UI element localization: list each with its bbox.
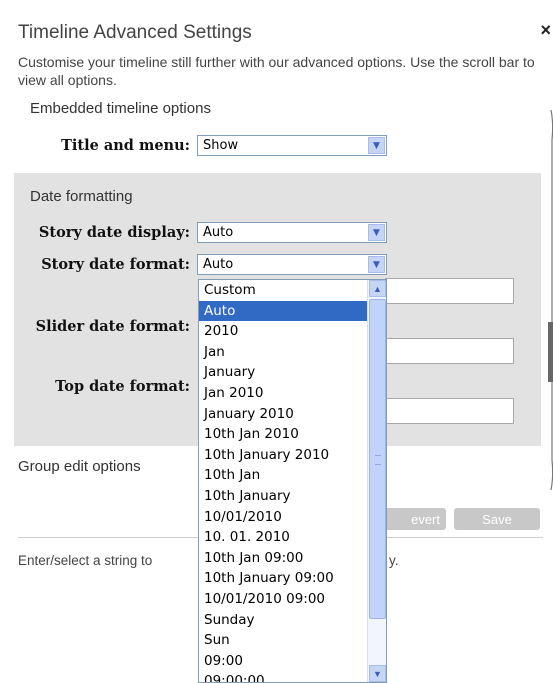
story-date-display-label: Story date display:: [38, 224, 190, 241]
group-edit-heading: Group edit options: [18, 458, 141, 475]
dropdown-option[interactable]: 09:00: [199, 651, 386, 672]
footer-text-left: Enter/select a string to: [18, 553, 153, 568]
dropdown-options: Custom Auto 2010 Jan January Jan 2010 January …: [199, 280, 386, 682]
dialog-scroll-thumb[interactable]: [548, 322, 553, 382]
dropdown-option[interactable]: Custom: [199, 280, 386, 301]
dropdown-option[interactable]: Sunday: [199, 610, 386, 631]
dropdown-option[interactable]: 10th January 09:00: [199, 568, 386, 589]
close-icon[interactable]: ×: [540, 20, 551, 41]
story-date-display-value: Auto: [203, 225, 234, 240]
chevron-up-icon[interactable]: ▲: [369, 280, 386, 297]
dropdown-option[interactable]: 2010: [199, 321, 386, 342]
scroll-track-curve: [550, 109, 553, 491]
dropdown-option[interactable]: Jan: [199, 342, 386, 363]
dropdown-option[interactable]: 10th January 2010: [199, 445, 386, 466]
story-date-format-dropdown[interactable]: Custom Auto 2010 Jan January Jan 2010 January …: [198, 279, 387, 683]
chevron-down-icon[interactable]: ▼: [368, 224, 385, 241]
grip-icon: [375, 455, 381, 465]
top-date-custom-input[interactable]: [385, 398, 514, 424]
title-menu-value: Show: [203, 138, 239, 153]
advanced-settings-dialog: Timeline Advanced Settings × Customise y…: [0, 0, 553, 683]
dropdown-option[interactable]: 10/01/2010 09:00: [199, 589, 386, 610]
title-menu-label: Title and menu:: [61, 137, 190, 154]
dropdown-option[interactable]: Auto: [199, 300, 386, 322]
date-formatting-heading: Date formatting: [30, 188, 133, 205]
dropdown-option[interactable]: 10th Jan 2010: [199, 424, 386, 445]
dropdown-option[interactable]: January 2010: [199, 404, 386, 425]
story-date-format-value: Auto: [203, 257, 234, 272]
dropdown-scrollbar[interactable]: ▲ ▼: [367, 280, 386, 682]
chevron-down-icon[interactable]: ▼: [369, 665, 386, 682]
slider-date-format-label: Slider date format:: [35, 318, 190, 335]
story-date-display-select[interactable]: Auto ▼: [197, 222, 387, 243]
embedded-options-heading: Embedded timeline options: [30, 100, 211, 117]
dropdown-option[interactable]: 10. 01. 2010: [199, 527, 386, 548]
dropdown-option[interactable]: Sun: [199, 630, 386, 651]
title-menu-select[interactable]: Show ▼: [197, 135, 387, 156]
dialog-subtitle: Customise your timeline still further wi…: [18, 54, 535, 88]
dialog-title: Timeline Advanced Settings: [18, 22, 252, 43]
slider-date-custom-input[interactable]: [385, 338, 514, 364]
dropdown-scroll-thumb[interactable]: [369, 299, 386, 619]
dialog-scrollbar[interactable]: [545, 100, 553, 495]
story-date-custom-input[interactable]: [385, 278, 514, 304]
chevron-down-icon[interactable]: ▼: [368, 256, 385, 273]
dropdown-option[interactable]: 10th Jan 09:00: [199, 548, 386, 569]
dropdown-option[interactable]: January: [199, 362, 386, 383]
dropdown-option[interactable]: 10/01/2010: [199, 507, 386, 528]
dropdown-option[interactable]: 10th Jan: [199, 465, 386, 486]
dropdown-option[interactable]: 09:00:00: [199, 671, 386, 682]
footer-text-right: y.: [389, 553, 399, 568]
dropdown-option[interactable]: 10th January: [199, 486, 386, 507]
story-date-format-select[interactable]: Auto ▼: [197, 254, 387, 275]
top-date-format-label: Top date format:: [55, 378, 190, 395]
story-date-format-label: Story date format:: [41, 256, 190, 273]
dropdown-option[interactable]: Jan 2010: [199, 383, 386, 404]
chevron-down-icon[interactable]: ▼: [368, 137, 385, 154]
save-button[interactable]: Save: [454, 508, 540, 530]
